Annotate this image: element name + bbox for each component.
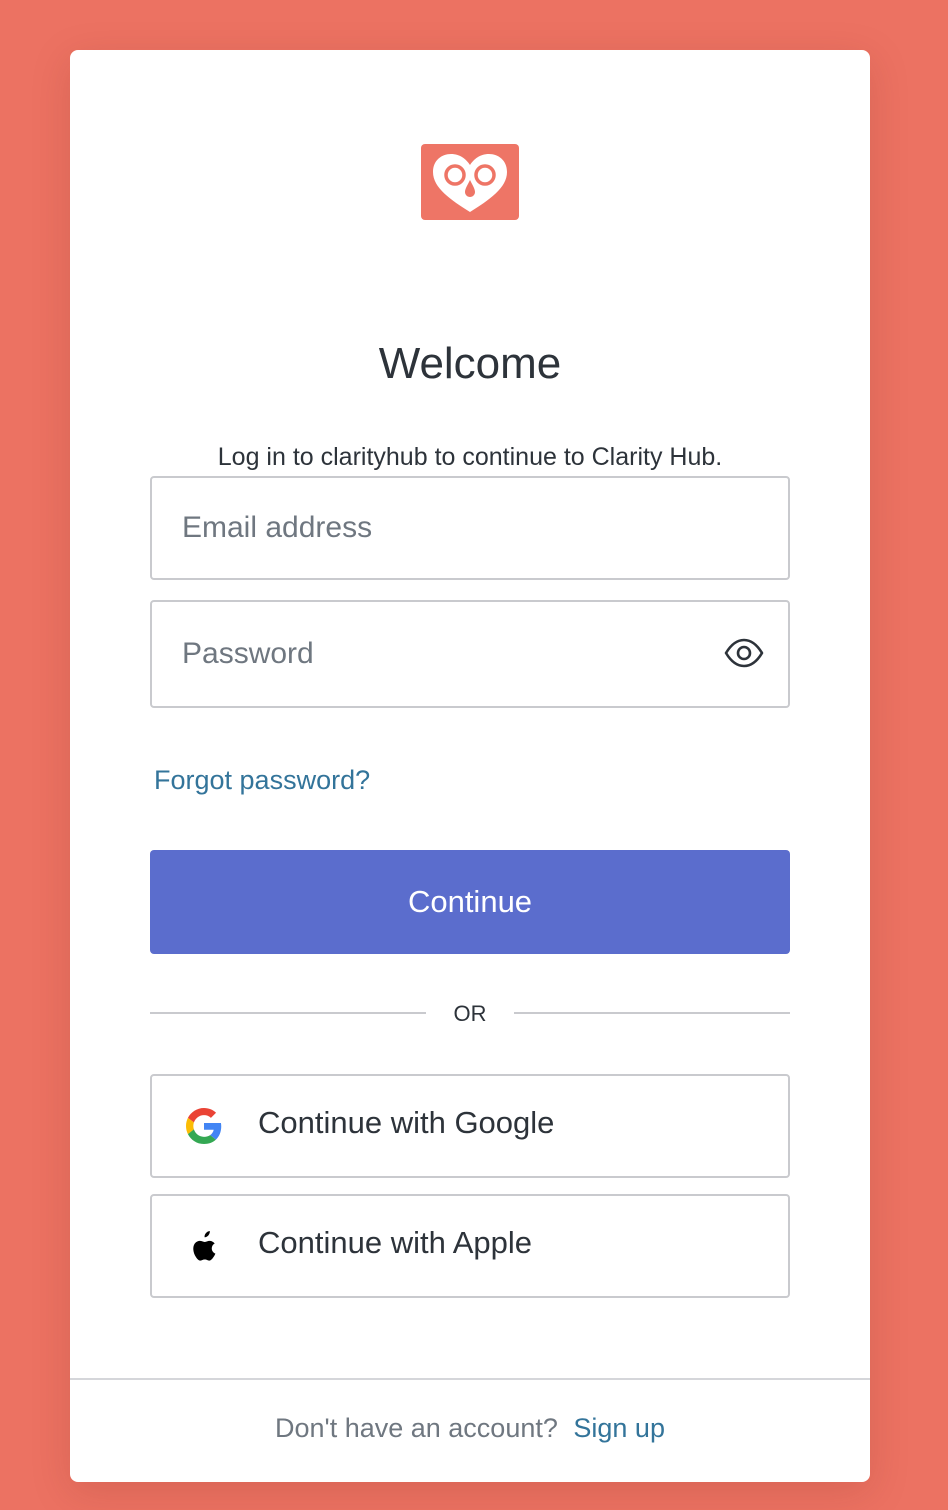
sign-up-link[interactable]: Sign up [573, 1413, 665, 1443]
signup-prompt: Don't have an account? Sign up [70, 1413, 870, 1444]
apple-icon [186, 1228, 222, 1264]
eye-icon [724, 638, 764, 668]
apple-button-label: Continue with Apple [258, 1225, 533, 1260]
google-icon [186, 1108, 222, 1144]
owl-heart-icon [433, 154, 507, 212]
continue-with-google-button[interactable]: Continue with Google [150, 1074, 790, 1178]
divider-or-label: OR [453, 1001, 487, 1026]
page-subtitle: Log in to clarityhub to continue to Clar… [217, 443, 723, 471]
google-button-label: Continue with Google [258, 1105, 555, 1140]
divider-line-left [150, 1012, 426, 1014]
footer-divider [70, 1378, 870, 1380]
password-field-container [150, 600, 790, 708]
continue-with-apple-button[interactable]: Continue with Apple [150, 1194, 790, 1298]
forgot-password-link[interactable]: Forgot password? [154, 765, 370, 796]
signup-question: Don't have an account? [275, 1413, 558, 1443]
clarity-hub-logo [421, 144, 519, 220]
continue-button[interactable]: Continue [150, 850, 790, 954]
password-input[interactable] [182, 602, 702, 706]
divider-line-right [514, 1012, 790, 1014]
email-input[interactable] [182, 478, 702, 578]
show-password-toggle[interactable] [724, 638, 764, 668]
email-field-container [150, 476, 790, 580]
page-title: Welcome [378, 339, 562, 388]
login-card: Welcome Log in to clarityhub to continue… [70, 50, 870, 1482]
